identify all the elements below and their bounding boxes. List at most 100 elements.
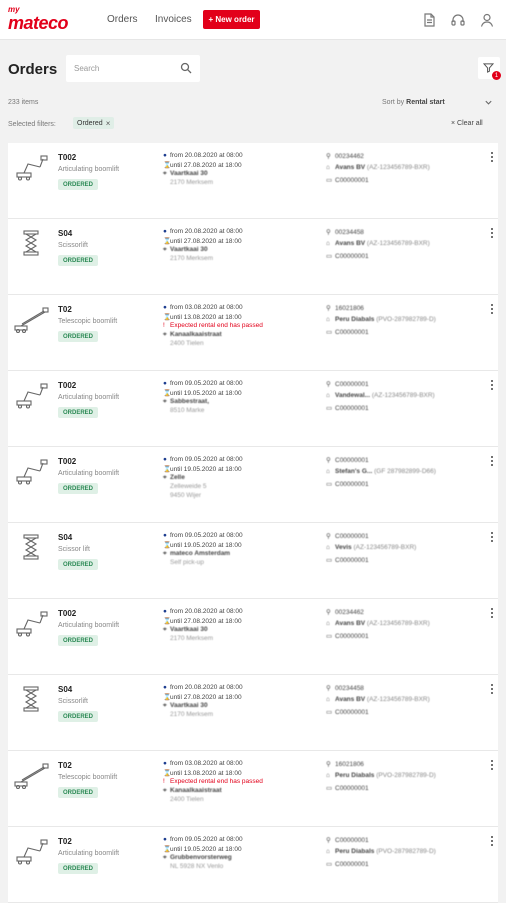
order-row[interactable]: T02 Articulating boomlift ORDERED ● from 09.…: [8, 827, 498, 903]
orders-list: T002 Articulating boomlift ORDERED ● from 20…: [8, 143, 498, 903]
rental-until: ⌛until 19.05.2020 at 18:00: [163, 466, 242, 473]
building-icon: ⌂: [326, 772, 330, 779]
start-dot-icon: ●: [163, 228, 167, 235]
location-pin-icon: ⌖: [163, 626, 167, 633]
customer-company: ⌂ Peru Diabals (PVO-287982789-D): [326, 772, 436, 779]
more-options-icon[interactable]: [489, 228, 495, 240]
more-options-icon[interactable]: [489, 684, 495, 696]
warning-icon: !: [163, 778, 165, 785]
order-number: ▭ C00000001: [326, 709, 369, 716]
order-row[interactable]: S04 Scissorlift ORDERED ● from 20.08.2020 at…: [8, 675, 498, 751]
order-row[interactable]: T002 Articulating boomlift ORDERED ● from 20…: [8, 599, 498, 675]
order-row[interactable]: S04 Scissor lift ORDERED ● from 09.05.2020 a…: [8, 523, 498, 599]
rental-from: ● from 09.05.2020 at 08:00: [163, 456, 243, 463]
new-order-button[interactable]: + New order: [203, 10, 260, 29]
order-row[interactable]: T002 Articulating boomlift ORDERED ● from 09…: [8, 371, 498, 447]
top-navigation-bar: my mateco Orders Invoices + New order: [0, 0, 506, 40]
warning-icon: !: [163, 322, 165, 329]
hourglass-icon: ⌛: [163, 770, 172, 777]
customer-company: ⌂ Vandewal... (AZ-123456789-BXR): [326, 392, 435, 399]
clear-all-label: Clear all: [457, 120, 483, 127]
hourglass-icon: ⌛: [163, 542, 172, 549]
scissorlift-icon: [12, 229, 50, 257]
person-icon: ⚲: [326, 381, 331, 388]
person-icon: ⚲: [326, 305, 331, 312]
machine-type: Articulating boomlift: [58, 850, 120, 857]
order-row[interactable]: T002 Articulating boomlift ORDERED ● from 09…: [8, 447, 498, 523]
document-icon[interactable]: [421, 12, 437, 28]
building-icon: ⌂: [326, 316, 330, 323]
sort-prefix: Sort by: [382, 99, 405, 106]
person-icon: ⚲: [326, 457, 331, 464]
status-badge: ORDERED: [58, 179, 99, 190]
order-row[interactable]: T02 Telescopic boomlift ORDERED ● from 03.08…: [8, 295, 498, 371]
customer-company: ⌂ Stefan's G... (GF 287982899-D66): [326, 468, 436, 475]
more-options-icon[interactable]: [489, 836, 495, 848]
user-account-icon[interactable]: [479, 12, 495, 28]
headset-support-icon[interactable]: [450, 12, 466, 28]
rental-from: ● from 20.08.2020 at 08:00: [163, 608, 243, 615]
search-icon[interactable]: [180, 62, 192, 74]
selected-filters-label: Selected filters:: [8, 121, 56, 128]
building-icon: ⌂: [326, 620, 330, 627]
card-icon: ▭: [326, 405, 333, 412]
clear-all-button[interactable]: × Clear all: [451, 120, 483, 127]
orders-header: Orders Search 1: [0, 40, 506, 92]
start-dot-icon: ●: [163, 608, 167, 615]
mateco-logo[interactable]: my mateco: [8, 6, 78, 34]
nav-invoices-link[interactable]: Invoices: [155, 14, 192, 25]
order-row[interactable]: S04 Scissorlift ORDERED ● from 20.08.2020 at…: [8, 219, 498, 295]
delivery-address: ⌖ Kanaalkaaistraat: [163, 331, 222, 338]
articulating-boomlift-icon: [12, 381, 50, 409]
customer-company: ⌂ Peru Diabals (PVO-287982789-D): [326, 848, 436, 855]
rental-from: ● from 20.08.2020 at 08:00: [163, 684, 243, 691]
chevron-down-icon[interactable]: [484, 98, 493, 107]
more-options-icon[interactable]: [489, 152, 495, 164]
close-icon[interactable]: ×: [106, 119, 111, 128]
status-badge: ORDERED: [58, 787, 99, 798]
hourglass-icon: ⌛: [163, 162, 172, 169]
scissorlift-icon: [12, 533, 50, 561]
hourglass-icon: ⌛: [163, 314, 172, 321]
nav-orders-link[interactable]: Orders: [107, 14, 138, 25]
location-pin-icon: ⌖: [163, 170, 167, 177]
location-pin-icon: ⌖: [163, 787, 167, 794]
start-dot-icon: ●: [163, 380, 167, 387]
status-badge: ORDERED: [58, 863, 99, 874]
more-options-icon[interactable]: [489, 532, 495, 544]
start-dot-icon: ●: [163, 152, 167, 159]
rental-until: ⌛until 19.05.2020 at 18:00: [163, 846, 242, 853]
sort-dropdown[interactable]: Sort by Rental start: [382, 99, 445, 106]
more-options-icon[interactable]: [489, 380, 495, 392]
more-options-icon[interactable]: [489, 304, 495, 316]
rental-from: ● from 03.08.2020 at 08:00: [163, 760, 243, 767]
order-row[interactable]: T002 Articulating boomlift ORDERED ● from 20…: [8, 143, 498, 219]
status-badge: ORDERED: [58, 711, 99, 722]
card-icon: ▭: [326, 709, 333, 716]
filter-chip-ordered[interactable]: Ordered ×: [73, 117, 115, 129]
delivery-city: Self pick-up: [170, 559, 204, 566]
rental-until: ⌛until 13.08.2020 at 18:00: [163, 314, 242, 321]
search-input[interactable]: Search: [66, 55, 200, 82]
card-icon: ▭: [326, 557, 333, 564]
order-number: ▭ C00000001: [326, 177, 369, 184]
delivery-city: 2400 Tielen: [170, 796, 204, 803]
person-icon: ⚲: [326, 533, 331, 540]
order-number: ▭ C00000001: [326, 253, 369, 260]
machine-code: T02: [58, 305, 72, 314]
order-number: ▭ C00000001: [326, 405, 369, 412]
more-options-icon[interactable]: [489, 456, 495, 468]
scissorlift-icon: [12, 685, 50, 713]
more-options-icon[interactable]: [489, 608, 495, 620]
delivery-address: ⌖ mateco Amsterdam: [163, 550, 231, 557]
order-row[interactable]: T02 Telescopic boomlift ORDERED ● from 03.08…: [8, 751, 498, 827]
card-icon: ▭: [326, 633, 333, 640]
delivery-address: ⌖ Kanaalkaaistraat: [163, 787, 222, 794]
more-options-icon[interactable]: [489, 760, 495, 772]
rental-from: ● from 20.08.2020 at 08:00: [163, 228, 243, 235]
rental-until: ⌛until 27.08.2020 at 18:00: [163, 162, 242, 169]
delivery-address: ⌖ Sabbestraat,: [163, 398, 210, 405]
filter-button[interactable]: 1: [478, 57, 501, 80]
rental-until: ⌛until 19.05.2020 at 18:00: [163, 542, 242, 549]
person-icon: ⚲: [326, 837, 331, 844]
